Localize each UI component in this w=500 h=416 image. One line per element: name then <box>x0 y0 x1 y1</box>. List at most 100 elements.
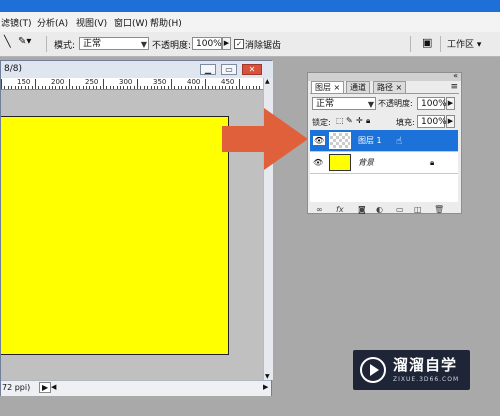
ruler-tick <box>58 86 60 89</box>
yellow-canvas[interactable] <box>1 116 229 355</box>
maximize-button[interactable]: ▭ <box>221 64 237 75</box>
blend-mode-select[interactable]: 正常 ▼ <box>312 97 376 110</box>
ruler-tick <box>154 86 155 89</box>
hand-cursor-icon: ☝︎ <box>396 136 403 147</box>
horizontal-ruler: 150 200 250 300 350 400 450 <box>1 78 263 90</box>
status-menu-arrow-icon[interactable]: ▶ <box>39 382 52 393</box>
delete-layer-icon[interactable]: 🗑︎ <box>434 205 444 214</box>
lock-position-icon[interactable]: ✛ <box>356 116 363 125</box>
opacity-input[interactable]: 100% <box>192 37 222 50</box>
opacity-spin-button[interactable]: ▶ <box>222 37 231 50</box>
new-layer-icon[interactable]: ◫ <box>414 205 422 214</box>
adjustment-layer-icon[interactable]: ◐ <box>376 205 383 214</box>
ruler-tick <box>18 86 19 89</box>
ruler-tick <box>174 86 176 89</box>
ruler-tick <box>24 86 26 89</box>
layer-row[interactable]: 👁︎ 背景 🔒︎ <box>310 152 458 174</box>
lock-pixels-icon[interactable]: ✎ <box>346 116 353 125</box>
ruler-tick <box>171 79 172 89</box>
tab-paths-label: 路径 <box>377 83 393 92</box>
ruler-tick <box>211 86 213 89</box>
panel-collapse-icon[interactable]: « <box>453 71 458 80</box>
layer-thumbnail <box>329 132 351 149</box>
ruler-tick <box>75 86 77 89</box>
add-mask-icon[interactable]: ◙ <box>358 205 366 214</box>
workspace-icon[interactable]: ▣ <box>422 36 432 49</box>
menu-filter[interactable]: 滤镜(T) <box>1 16 32 29</box>
layer-opacity-input[interactable]: 100% <box>417 97 447 110</box>
menu-bar: 滤镜(T) 分析(A) 视图(V) 窗口(W) 帮助(H) <box>0 12 500 33</box>
antialias-checkbox[interactable]: ✓ <box>234 39 244 49</box>
fill-spin-button[interactable]: ▶ <box>446 115 455 128</box>
ruler-tick <box>167 86 169 89</box>
line-tool-icon[interactable]: ╲ <box>4 35 11 48</box>
ruler-tick <box>259 86 261 89</box>
ruler-tick <box>218 86 220 89</box>
eye-icon[interactable]: 👁︎ <box>313 136 326 145</box>
lock-icon: 🔒︎ <box>430 158 435 167</box>
ruler-tick <box>147 86 149 89</box>
menu-help[interactable]: 帮助(H) <box>150 16 182 29</box>
menu-view[interactable]: 视图(V) <box>76 16 107 29</box>
scroll-left-icon[interactable]: ◀ <box>51 383 56 391</box>
ruler-tick <box>11 86 13 89</box>
ruler-tick <box>38 86 40 89</box>
watermark-logo: 溜溜自学 ZIXUE.3D66.COM <box>353 350 470 390</box>
ruler-label: 350 <box>153 78 167 86</box>
workspace-button[interactable]: 工作区 ▾ <box>447 37 481 50</box>
ruler-tick <box>65 86 67 89</box>
chevron-down-icon: ▼ <box>140 40 147 49</box>
ruler-tick <box>113 86 115 89</box>
ruler-tick <box>35 79 36 89</box>
ruler-tick <box>181 86 183 89</box>
ruler-label: 150 <box>17 78 31 86</box>
tool-preset-icon[interactable]: ✎▾ <box>18 36 31 47</box>
blend-mode-value: 正常 <box>316 99 335 109</box>
scroll-up-icon[interactable]: ▲ <box>265 78 270 85</box>
ruler-tick <box>109 86 111 89</box>
ruler-tick <box>242 86 244 89</box>
mode-value: 正常 <box>83 39 102 49</box>
scroll-down-icon[interactable]: ▼ <box>265 373 270 380</box>
lock-transparency-icon[interactable]: ⬚ <box>336 116 344 125</box>
play-logo-icon <box>360 357 386 383</box>
ruler-tick <box>177 86 179 89</box>
lock-all-icon[interactable]: 🔒︎ <box>366 116 370 126</box>
layer-name[interactable]: 背景 <box>358 157 374 168</box>
layer-opacity-spin-button[interactable]: ▶ <box>446 97 455 110</box>
ruler-tick <box>45 86 47 89</box>
ruler-tick <box>188 86 189 89</box>
ruler-label: 200 <box>51 78 65 86</box>
scroll-right-icon[interactable]: ▶ <box>263 383 268 391</box>
mode-select[interactable]: 正常 ▼ <box>79 37 149 50</box>
layer-opacity-value: 100% <box>421 99 447 109</box>
link-layers-icon[interactable]: ∞ <box>316 205 323 214</box>
document-title-bar[interactable]: 8/8) ▁ ▭ ✕ <box>1 61 273 78</box>
divider <box>310 93 459 94</box>
panel-header[interactable]: « <box>308 71 461 81</box>
new-group-icon[interactable]: ▭ <box>396 205 404 214</box>
watermark-name: 溜溜自学 <box>393 356 458 374</box>
eye-icon[interactable]: 👁︎ <box>313 158 323 167</box>
layer-style-icon[interactable]: fx <box>336 205 344 214</box>
ruler-tick <box>55 86 57 89</box>
close-button[interactable]: ✕ <box>242 64 262 75</box>
ruler-tick <box>208 86 210 89</box>
document-title: 8/8) <box>4 64 22 74</box>
fill-input[interactable]: 100% <box>417 115 447 128</box>
layers-panel: « 图层 × 通道 路径 × ≡ 正常 ▼ 不透明度: 100% ▶ 锁定: ⬚… <box>307 71 462 214</box>
ruler-tick <box>150 86 152 89</box>
ruler-tick <box>89 86 91 89</box>
layer-row[interactable]: 👁︎ 图层 1 ☝︎ <box>310 130 458 152</box>
layer-name[interactable]: 图层 1 <box>358 135 382 146</box>
ruler-label: 250 <box>85 78 99 86</box>
ruler-tick <box>41 86 43 89</box>
opacity-value: 100% <box>196 39 222 49</box>
layer-opacity-label: 不透明度: <box>378 99 413 108</box>
panel-menu-icon[interactable]: ≡ <box>450 82 458 92</box>
minimize-button[interactable]: ▁ <box>200 64 216 75</box>
menu-window[interactable]: 窗口(W) <box>114 16 148 29</box>
menu-analysis[interactable]: 分析(A) <box>37 16 68 29</box>
ruler-tick <box>7 86 9 89</box>
mode-label: 模式: <box>54 41 76 51</box>
